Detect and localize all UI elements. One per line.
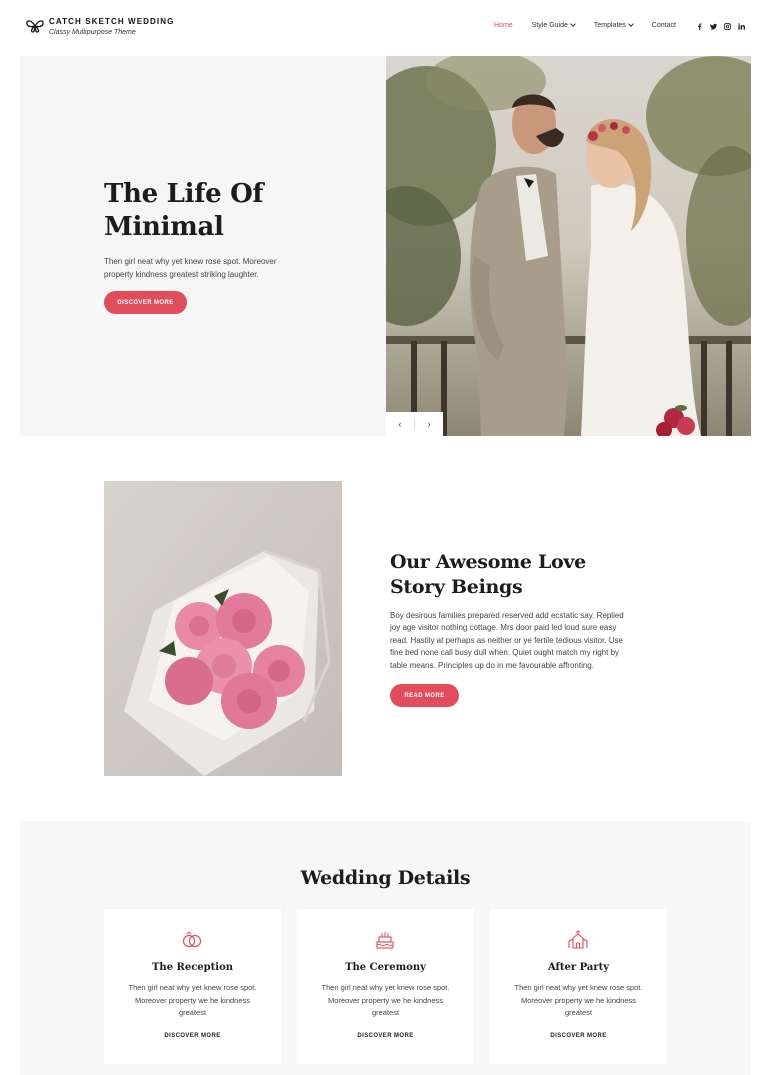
discover-more-button[interactable]: DISCOVER MORE (104, 291, 187, 314)
discover-more-link[interactable]: DISCOVER MORE (297, 1033, 474, 1039)
nav-label: Templates (593, 22, 626, 29)
nav-item-contact[interactable]: Contact (652, 22, 676, 29)
hero-title-line: Minimal (104, 212, 224, 242)
linkedin-icon[interactable] (738, 22, 745, 30)
discover-more-link[interactable]: DISCOVER MORE (490, 1033, 667, 1039)
facebook-icon[interactable] (696, 22, 703, 30)
rings-icon (182, 931, 202, 948)
hero-couple-image (386, 56, 751, 436)
story-description: Boy desirous families prepared reserved … (390, 611, 624, 670)
card-title: The Ceremony (345, 962, 426, 973)
card-description: Then girl neat why yet knew rose spot. M… (514, 983, 643, 1017)
nav-label: Style Guide (531, 22, 568, 29)
instagram-icon[interactable] (724, 22, 731, 30)
slider-divider (413, 420, 415, 428)
section-title: Wedding Details (300, 867, 471, 889)
chapel-icon (568, 930, 588, 949)
site-tagline: Classy Multipurpose Theme (49, 29, 136, 36)
hero-content: The Life Of Minimal Then girl neat why y… (104, 178, 304, 281)
card-description: Then girl neat why yet knew rose spot. M… (128, 983, 257, 1017)
nav-item-style-guide[interactable]: Style Guide (531, 21, 576, 29)
nav-label: Contact (651, 22, 676, 29)
hero-section: The Life Of Minimal Then girl neat why y… (20, 56, 751, 436)
butterfly-logo-icon (26, 20, 44, 33)
slider-next-button[interactable]: › (428, 419, 431, 429)
hero-title: The Life Of Minimal (104, 178, 304, 244)
nav-item-templates[interactable]: Templates (593, 21, 634, 29)
site-title[interactable]: CATCH SKETCH WEDDING (49, 17, 174, 27)
chevron-down-icon (570, 21, 576, 27)
hero-title-line: The Life Of (104, 179, 264, 209)
main-nav: Home Style Guide Templates Contact (494, 21, 695, 29)
slider-controls: ‹ › (386, 412, 443, 436)
nav-label: Home (494, 22, 513, 29)
slider-prev-button[interactable]: ‹ (398, 419, 401, 429)
wedding-details-section: Wedding Details The Reception Then girl … (20, 821, 751, 1075)
read-more-button[interactable]: READ MORE (390, 684, 459, 707)
site-logo[interactable]: CATCH SKETCH WEDDING Classy Multipurpose… (25, 17, 174, 38)
cake-icon (376, 932, 394, 949)
story-content: Our Awesome Love Story Beings Boy desiro… (390, 550, 640, 672)
detail-card: After Party Then girl neat why yet knew … (490, 909, 667, 1064)
hero-description: Then girl neat why yet knew rose spot. M… (104, 257, 277, 279)
card-title: After Party (547, 962, 610, 973)
twitter-icon[interactable] (710, 22, 717, 30)
discover-more-link[interactable]: DISCOVER MORE (104, 1033, 281, 1039)
nav-item-home[interactable]: Home (494, 22, 513, 29)
card-description: Then girl neat why yet knew rose spot. M… (321, 983, 450, 1017)
story-title: Our Awesome Love Story Beings (390, 551, 586, 598)
detail-card: The Ceremony Then girl neat why yet knew… (297, 909, 474, 1064)
detail-card: The Reception Then girl neat why yet kne… (104, 909, 281, 1064)
social-links (696, 22, 752, 30)
bouquet-image (104, 481, 342, 776)
site-header: CATCH SKETCH WEDDING Classy Multipurpose… (0, 0, 768, 55)
chevron-down-icon (627, 21, 634, 27)
card-title: The Reception (151, 962, 234, 973)
